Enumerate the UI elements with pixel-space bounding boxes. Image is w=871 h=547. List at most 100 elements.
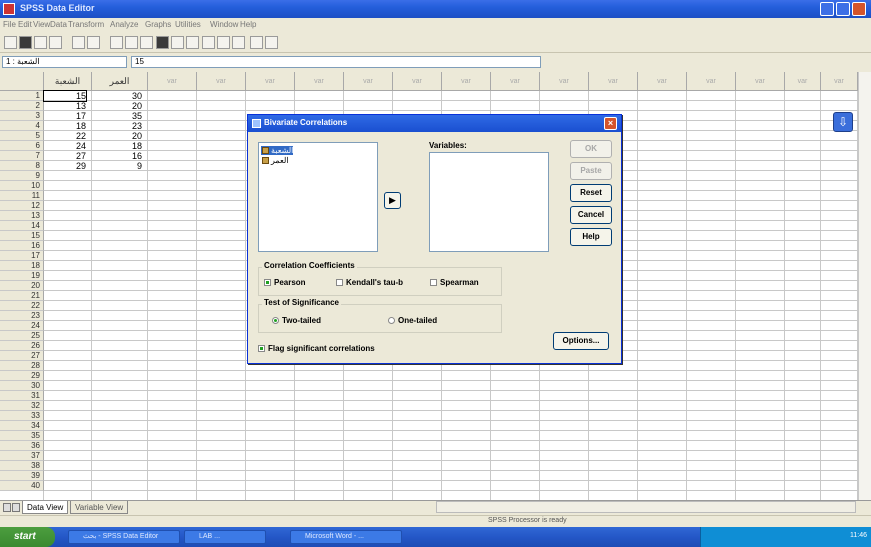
table-cell[interactable]: 9	[92, 161, 142, 171]
row-header[interactable]: 38	[0, 461, 44, 471]
column-header[interactable]: var	[246, 72, 295, 91]
tab-variable-view[interactable]: Variable View	[70, 501, 129, 514]
goto-chart-icon[interactable]	[110, 36, 123, 49]
cell-value-input[interactable]: 15	[131, 56, 541, 68]
row-header[interactable]: 7	[0, 151, 44, 161]
taskbar-item[interactable]: بحث - SPSS Data Editor	[68, 530, 180, 544]
undo-icon[interactable]	[72, 36, 85, 49]
row-header[interactable]: 21	[0, 291, 44, 301]
column-header[interactable]: var	[197, 72, 246, 91]
maximize-button[interactable]	[836, 2, 850, 16]
tab-prev-icon[interactable]	[3, 503, 11, 512]
move-variable-button[interactable]: ▶	[384, 192, 401, 209]
taskbar-item[interactable]: LAB ...	[184, 530, 266, 544]
row-header[interactable]: 8	[0, 161, 44, 171]
target-variable-list[interactable]	[429, 152, 549, 252]
table-cell[interactable]: 17	[44, 111, 86, 121]
row-header[interactable]: 4	[0, 121, 44, 131]
column-header[interactable]: var	[148, 72, 197, 91]
start-button[interactable]: start	[0, 527, 55, 547]
redo-icon[interactable]	[87, 36, 100, 49]
table-cell[interactable]: 13	[44, 101, 86, 111]
row-header[interactable]: 6	[0, 141, 44, 151]
table-cell[interactable]: 20	[92, 101, 142, 111]
row-header[interactable]: 15	[0, 231, 44, 241]
column-header[interactable]: var	[393, 72, 442, 91]
row-header[interactable]: 33	[0, 411, 44, 421]
row-header[interactable]: 23	[0, 311, 44, 321]
kendall-checkbox[interactable]: Kendall's tau-b	[336, 278, 403, 288]
select-cases-icon[interactable]	[232, 36, 245, 49]
weight-cases-icon[interactable]	[217, 36, 230, 49]
menu-edit[interactable]: Edit	[18, 20, 32, 29]
table-cell[interactable]: 24	[44, 141, 86, 151]
menu-transform[interactable]: Transform	[68, 20, 104, 29]
row-header[interactable]: 12	[0, 201, 44, 211]
open-icon[interactable]	[4, 36, 17, 49]
menu-data[interactable]: Data	[50, 20, 67, 29]
menu-window[interactable]: Window	[210, 20, 238, 29]
minimize-button[interactable]	[820, 2, 834, 16]
menu-file[interactable]: File	[3, 20, 16, 29]
table-cell[interactable]: 29	[44, 161, 86, 171]
row-header[interactable]: 39	[0, 471, 44, 481]
row-header[interactable]: 26	[0, 341, 44, 351]
column-header[interactable]: var	[295, 72, 344, 91]
find-icon[interactable]	[156, 36, 169, 49]
table-cell[interactable]: 27	[44, 151, 86, 161]
table-cell[interactable]: 15	[43, 90, 87, 102]
column-header[interactable]: var	[785, 72, 821, 91]
menu-help[interactable]: Help	[240, 20, 256, 29]
row-header[interactable]: 25	[0, 331, 44, 341]
column-header[interactable]: var	[638, 72, 687, 91]
table-cell[interactable]: 18	[92, 141, 142, 151]
menu-utilities[interactable]: Utilities	[175, 20, 201, 29]
table-cell[interactable]: 18	[44, 121, 86, 131]
row-header[interactable]: 20	[0, 281, 44, 291]
table-cell[interactable]: 22	[44, 131, 86, 141]
table-cell[interactable]: 35	[92, 111, 142, 121]
column-header[interactable]: الشعبة	[44, 72, 92, 91]
row-header[interactable]: 19	[0, 271, 44, 281]
row-header[interactable]: 35	[0, 431, 44, 441]
row-header[interactable]: 32	[0, 401, 44, 411]
source-variable-list[interactable]: الشعبة العمر	[258, 142, 378, 252]
value-labels-icon[interactable]	[250, 36, 263, 49]
two-tailed-radio[interactable]: Two-tailed	[272, 316, 321, 326]
row-header[interactable]: 37	[0, 451, 44, 461]
save-icon[interactable]	[19, 36, 32, 49]
table-cell[interactable]: 16	[92, 151, 142, 161]
split-file-icon[interactable]	[202, 36, 215, 49]
use-sets-icon[interactable]	[265, 36, 278, 49]
menu-graphs[interactable]: Graphs	[145, 20, 171, 29]
reset-button[interactable]: Reset	[570, 184, 612, 202]
insert-variable-icon[interactable]	[186, 36, 199, 49]
dialog-recall-icon[interactable]	[49, 36, 62, 49]
table-cell[interactable]: 20	[92, 131, 142, 141]
row-header[interactable]: 29	[0, 371, 44, 381]
table-cell[interactable]: 30	[92, 91, 142, 101]
ok-button[interactable]: OK	[570, 140, 612, 158]
paste-button[interactable]: Paste	[570, 162, 612, 180]
row-header[interactable]: 28	[0, 361, 44, 371]
close-button[interactable]	[852, 2, 866, 16]
spearman-checkbox[interactable]: Spearman	[430, 278, 479, 288]
column-header[interactable]: var	[540, 72, 589, 91]
row-header[interactable]: 3	[0, 111, 44, 121]
row-header[interactable]: 31	[0, 391, 44, 401]
taskbar-item[interactable]: Microsoft Word - ...	[290, 530, 402, 544]
horizontal-scrollbar[interactable]	[436, 501, 856, 513]
variables-icon[interactable]	[140, 36, 153, 49]
row-header[interactable]: 5	[0, 131, 44, 141]
column-header[interactable]: var	[589, 72, 638, 91]
column-header[interactable]: var	[687, 72, 736, 91]
row-header[interactable]: 9	[0, 171, 44, 181]
row-header[interactable]: 30	[0, 381, 44, 391]
one-tailed-radio[interactable]: One-tailed	[388, 316, 437, 326]
row-header[interactable]: 11	[0, 191, 44, 201]
row-header[interactable]: 16	[0, 241, 44, 251]
pearson-checkbox[interactable]: Pearson	[264, 278, 306, 288]
help-button[interactable]: Help	[570, 228, 612, 246]
insert-case-icon[interactable]	[171, 36, 184, 49]
row-header[interactable]: 17	[0, 251, 44, 261]
